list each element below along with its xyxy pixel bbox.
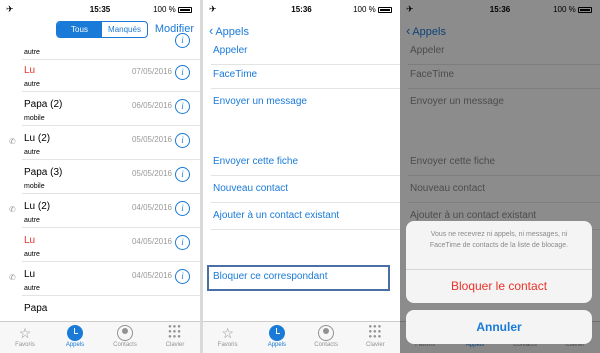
keypad-icon: ●●●●●●●●●: [168, 324, 182, 340]
call-type: autre: [24, 49, 40, 56]
caller-name: Lu (2): [24, 133, 51, 144]
tab-appels[interactable]: Appels: [50, 322, 100, 353]
action-item[interactable]: FaceTime: [203, 62, 400, 89]
sheet-divider: [406, 269, 592, 270]
call-type: mobile: [24, 183, 45, 190]
caller-name: Lu: [24, 269, 36, 280]
list-item[interactable]: Lu autre 07/05/2016 i: [0, 58, 200, 92]
list-item[interactable]: Papa (2) mobile 06/05/2016 i: [0, 92, 200, 126]
caller-name: Lu: [24, 235, 36, 246]
action-label: FaceTime: [213, 69, 258, 80]
sheet-message: Vous ne recevrez ni appels, ni messages,…: [429, 231, 569, 249]
info-icon[interactable]: i: [175, 65, 190, 80]
call-type: autre: [24, 81, 40, 88]
tab-appels[interactable]: Appels: [252, 322, 301, 353]
contacts-icon: [318, 325, 335, 341]
clock-icon: [268, 325, 285, 341]
row-separator: [211, 229, 400, 230]
caller-name: Papa: [24, 303, 48, 314]
cancel-button[interactable]: Annuler: [406, 310, 592, 344]
call-type: autre: [24, 251, 40, 258]
info-icon[interactable]: i: [175, 201, 190, 216]
status-bar: ✈ 15:35 100 %: [0, 0, 200, 18]
star-icon: ☆: [221, 325, 234, 341]
action-item[interactable]: Appeler: [203, 38, 400, 65]
keypad-icon: ●●●●●●●●●: [368, 324, 383, 340]
info-icon[interactable]: i: [175, 133, 190, 148]
contacts-icon: [117, 325, 133, 341]
tab-bar: ☆Favoris Appels Contacts ●●●●●●●●●Clavie…: [0, 321, 200, 353]
clock-icon: [67, 325, 83, 341]
phone-icon: ✆: [9, 205, 16, 214]
call-date: 05/05/2016: [131, 135, 172, 144]
status-bar: ✈ 15:36 100 %: [203, 0, 400, 18]
list-item[interactable]: autre i: [0, 26, 200, 60]
action-label: Nouveau contact: [213, 183, 289, 194]
list-item[interactable]: Lu autre 04/05/2016 i: [0, 228, 200, 262]
tab-clavier[interactable]: ●●●●●●●●●Clavier: [351, 322, 400, 353]
caller-name: Papa (2): [24, 99, 63, 110]
action-item[interactable]: Nouveau contact: [203, 176, 400, 203]
call-date: 06/05/2016: [131, 101, 172, 110]
action-sheet: Vous ne recevrez ni appels, ni messages,…: [406, 221, 592, 303]
battery-percent: 100 %: [353, 5, 376, 14]
caller-name: Papa (3): [24, 167, 63, 178]
caller-name: Lu: [24, 65, 36, 76]
call-type: autre: [24, 217, 40, 224]
battery-percent: 100 %: [153, 5, 176, 14]
call-date: 04/05/2016: [131, 237, 172, 246]
battery-icon: [378, 6, 392, 13]
call-type: autre: [24, 149, 40, 156]
action-label: Envoyer un message: [213, 96, 307, 107]
call-date: 07/05/2016: [131, 67, 172, 76]
list-item[interactable]: ✆ Lu (2) autre 05/05/2016 i: [0, 126, 200, 160]
info-icon[interactable]: i: [175, 99, 190, 114]
tab-contacts[interactable]: Contacts: [100, 322, 150, 353]
call-type: mobile: [24, 115, 45, 122]
call-date: 04/05/2016: [131, 271, 172, 280]
tab-favoris[interactable]: ☆Favoris: [203, 322, 252, 353]
back-button[interactable]: ‹ Appels: [209, 23, 249, 38]
action-label: Envoyer cette fiche: [213, 156, 299, 167]
caller-name: Lu (2): [24, 201, 51, 212]
battery-icon: [178, 6, 192, 13]
info-icon[interactable]: i: [175, 33, 190, 48]
contact-info-panel: ✈ 15:36 100 % ‹ Appels Appeler FaceTime Env…: [203, 0, 400, 353]
info-icon[interactable]: i: [175, 269, 190, 284]
phone-icon: ✆: [9, 273, 16, 282]
tab-clavier[interactable]: ●●●●●●●●●Clavier: [150, 322, 200, 353]
block-contact-button[interactable]: Bloquer le contact: [406, 279, 592, 293]
call-type: autre: [24, 285, 40, 292]
action-item[interactable]: Envoyer un message: [203, 89, 400, 116]
tab-favoris[interactable]: ☆Favoris: [0, 322, 50, 353]
info-icon[interactable]: i: [175, 235, 190, 250]
star-icon: ☆: [18, 325, 32, 341]
list-item[interactable]: Papa (3) mobile 05/05/2016 i: [0, 160, 200, 194]
tab-bar: ☆Favoris Appels Contacts ●●●●●●●●●Clavie…: [203, 321, 400, 353]
recents-panel: ✈ 15:35 100 % Tous Manqués Modifier autr…: [0, 0, 200, 353]
action-label: Appeler: [213, 45, 248, 56]
list-item[interactable]: ✆ Lu autre 04/05/2016 i: [0, 262, 200, 296]
highlight-box: [207, 265, 390, 291]
tab-contacts[interactable]: Contacts: [302, 322, 351, 353]
call-date: 05/05/2016: [131, 169, 172, 178]
call-date: 04/05/2016: [131, 203, 172, 212]
info-icon[interactable]: i: [175, 167, 190, 182]
chevron-left-icon: ‹: [209, 23, 214, 38]
action-label: Ajouter à un contact existant: [213, 210, 340, 221]
action-item[interactable]: Ajouter à un contact existant: [203, 203, 400, 230]
list-item[interactable]: ✆ Lu (2) autre 04/05/2016 i: [0, 194, 200, 228]
phone-icon: ✆: [9, 137, 16, 146]
action-item[interactable]: Envoyer cette fiche: [203, 149, 400, 176]
